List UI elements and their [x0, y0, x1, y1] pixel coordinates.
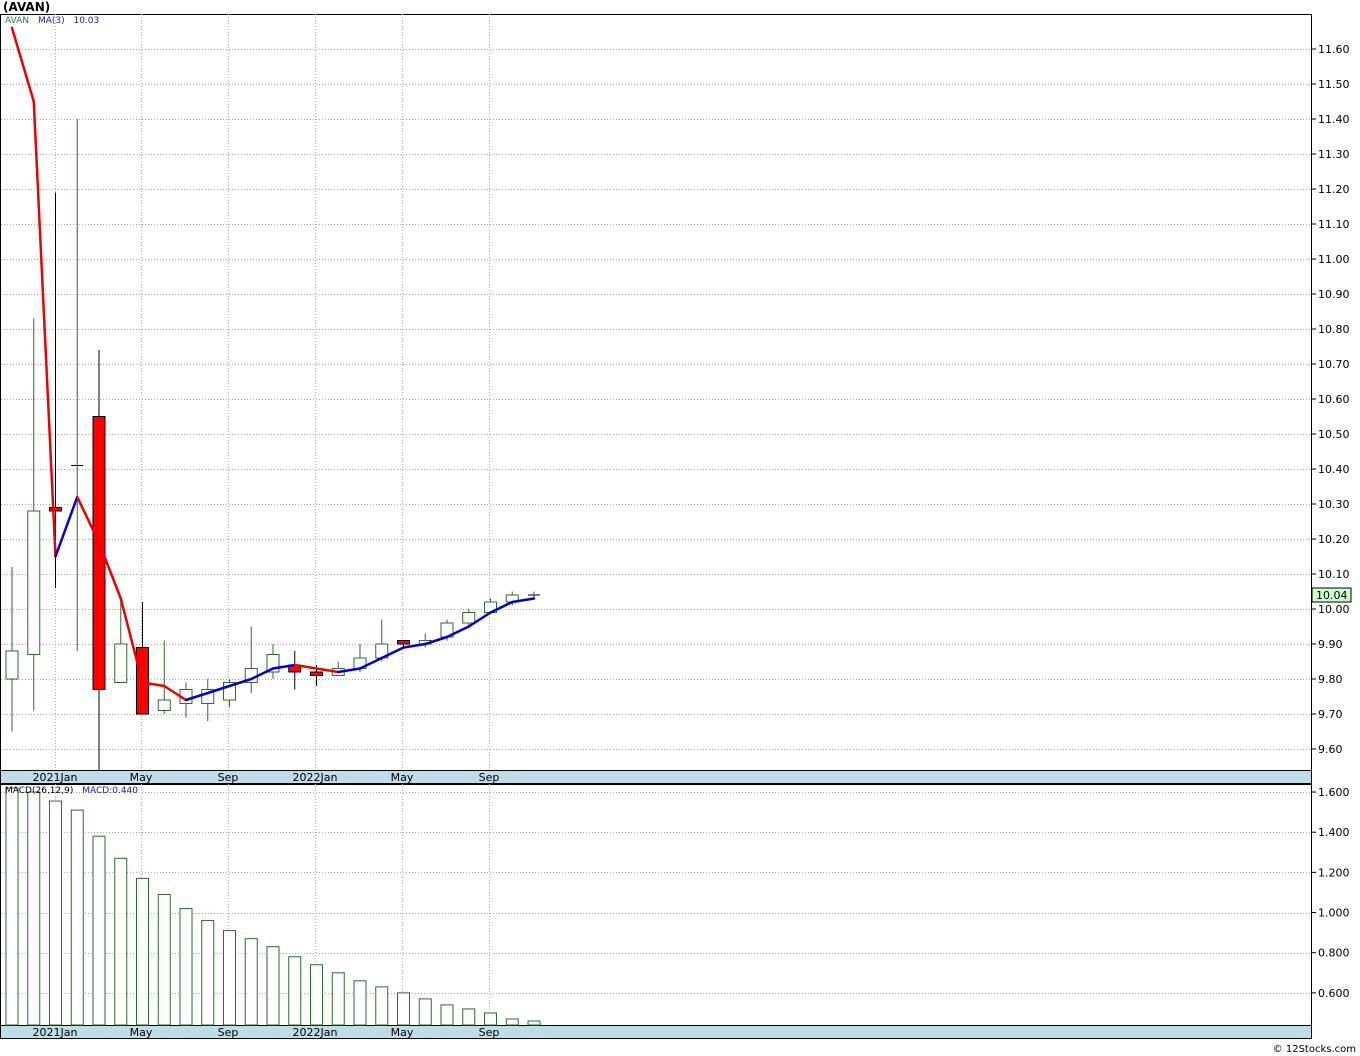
price-panel-frame — [0, 14, 1312, 771]
macd-bar — [179, 908, 193, 1026]
ticker-title: (AVAN) — [3, 0, 51, 14]
price-y-tick-label: 10.30 — [1318, 498, 1350, 511]
legend-symbol: AVAN — [5, 16, 30, 26]
macd-bar — [92, 835, 106, 1026]
x-tick-label: Sep — [479, 771, 500, 784]
price-y-tick-label: 10.70 — [1318, 358, 1350, 371]
candle-down — [397, 640, 410, 645]
macd-legend-value: MACD:0.440 — [82, 786, 139, 796]
macd-bar — [310, 964, 323, 1026]
macd-bar — [397, 992, 410, 1026]
macd-bar — [70, 809, 84, 1026]
macd-y-tick-label: 1.600 — [1318, 786, 1350, 799]
legend-ma-value: 10.03 — [73, 16, 100, 26]
price-y-tick-label: 10.40 — [1318, 463, 1350, 476]
x-tick-label: May — [391, 771, 414, 784]
macd-bar — [49, 800, 62, 1026]
macd-bar — [244, 938, 258, 1026]
legend-ma-label: MA(3) — [37, 16, 65, 26]
macd-y-tick-label: 1.200 — [1318, 866, 1350, 879]
x-tick-label: 2021Jan — [33, 1026, 78, 1039]
price-y-tick-label: 10.00 — [1318, 603, 1350, 616]
price-y-tick-label: 10.20 — [1318, 533, 1350, 546]
macd-y-tick-label: 1.000 — [1318, 907, 1350, 920]
chart-canvas: 9.60 9.70 9.80 9.90 10.00 10.10 10.20 10.30 10.4… — [0, 14, 1352, 1039]
candle-up — [462, 612, 476, 624]
price-y-tick-label: 10.60 — [1318, 393, 1350, 406]
macd-bar — [484, 1012, 497, 1026]
candle-down — [310, 671, 323, 676]
x-tick-label: Sep — [218, 1026, 239, 1039]
x-tick-label: May — [391, 1026, 414, 1039]
x-tick-label: May — [130, 771, 153, 784]
candle-up — [5, 650, 19, 680]
macd-panel-frame — [0, 784, 1312, 1026]
price-date-axis — [0, 770, 1312, 784]
last-price-tag: 10.04 — [1316, 589, 1348, 602]
macd-bar — [201, 920, 215, 1026]
macd-bar — [331, 972, 345, 1026]
macd-y-tick-label: 0.600 — [1318, 987, 1350, 1000]
price-y-tick-label: 11.00 — [1318, 253, 1350, 266]
macd-bar — [5, 787, 19, 1026]
price-y-tick-label: 11.40 — [1318, 113, 1350, 126]
macd-bar — [288, 956, 302, 1026]
macd-bar — [440, 1004, 454, 1026]
x-tick-label: 2022Jan — [293, 771, 338, 784]
x-tick-label: Sep — [479, 1026, 500, 1039]
x-tick-label: 2021Jan — [33, 771, 78, 784]
candle-down — [49, 507, 62, 512]
price-y-tick-label: 11.30 — [1318, 148, 1350, 161]
macd-y-tick-label: 0.800 — [1318, 947, 1350, 960]
price-legend: AVAN MA(3) 10.03 — [5, 16, 105, 26]
macd-bar — [353, 980, 367, 1026]
macd-bar — [136, 877, 149, 1026]
x-tick-label: 2022Jan — [293, 1026, 338, 1039]
price-y-tick-label: 9.80 — [1318, 673, 1343, 686]
x-tick-label: May — [130, 1026, 153, 1039]
macd-bar — [157, 893, 171, 1026]
macd-bar — [114, 857, 128, 1026]
macd-bar — [462, 1008, 476, 1026]
price-y-tick-label: 11.20 — [1318, 183, 1350, 196]
macd-bar — [505, 1018, 519, 1026]
macd-y-tick-label: 1.400 — [1318, 826, 1350, 839]
macd-bar — [418, 998, 432, 1026]
price-y-tick-label: 11.50 — [1318, 78, 1350, 91]
candle-up — [27, 510, 41, 655]
macd-legend: MACD(26,12,9) MACD:0.440 — [5, 786, 144, 796]
price-y-tick-label: 10.80 — [1318, 323, 1350, 336]
price-y-tick-label: 11.10 — [1318, 218, 1350, 231]
macd-bar — [27, 791, 41, 1026]
price-y-tick-label: 10.10 — [1318, 568, 1350, 581]
candle-up — [157, 699, 171, 711]
macd-bar — [223, 930, 236, 1026]
price-y-tick-label: 10.90 — [1318, 288, 1350, 301]
price-y-tick-label: 9.90 — [1318, 638, 1343, 651]
macd-bar — [266, 946, 280, 1026]
macd-legend-label: MACD(26,12,9) — [5, 786, 74, 796]
price-y-tick-label: 9.60 — [1318, 743, 1343, 756]
site-credit: © 12Stocks.com — [1272, 1044, 1356, 1055]
x-tick-label: Sep — [218, 771, 239, 784]
candle-up — [114, 643, 128, 683]
price-y-tick-label: 10.50 — [1318, 428, 1350, 441]
price-y-tick-label: 9.70 — [1318, 708, 1343, 721]
macd-bar — [527, 1020, 541, 1026]
macd-date-axis — [0, 1025, 1312, 1039]
price-y-tick-label: 11.60 — [1318, 43, 1350, 56]
macd-bar — [375, 986, 389, 1026]
